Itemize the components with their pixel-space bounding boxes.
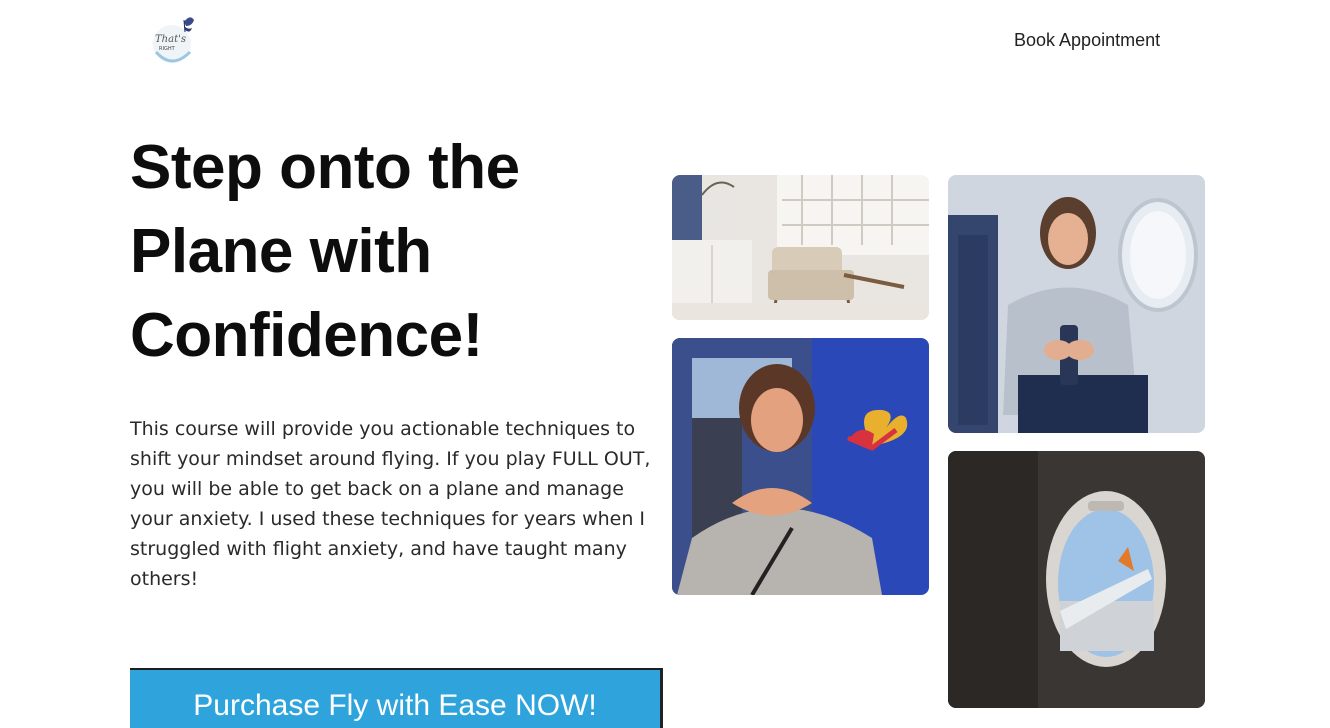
page-title: Step onto the Plane with Confidence! bbox=[130, 133, 520, 370]
butterfly-logo-icon: That's RIGHT bbox=[153, 17, 194, 63]
woman-airplane-seat-photo bbox=[948, 175, 1205, 433]
living-room-photo bbox=[672, 175, 929, 320]
svg-text:RIGHT: RIGHT bbox=[159, 46, 176, 52]
course-description: This course will provide you actionable … bbox=[130, 418, 651, 590]
airplane-window-photo bbox=[948, 451, 1205, 708]
heart-hands-photo bbox=[672, 338, 929, 595]
site-logo[interactable]: That's RIGHT bbox=[150, 12, 198, 66]
purchase-button[interactable]: Purchase Fly with Ease NOW! bbox=[130, 668, 663, 728]
book-appointment-link[interactable]: Book Appointment bbox=[1014, 30, 1160, 51]
svg-text:That's: That's bbox=[155, 34, 186, 45]
